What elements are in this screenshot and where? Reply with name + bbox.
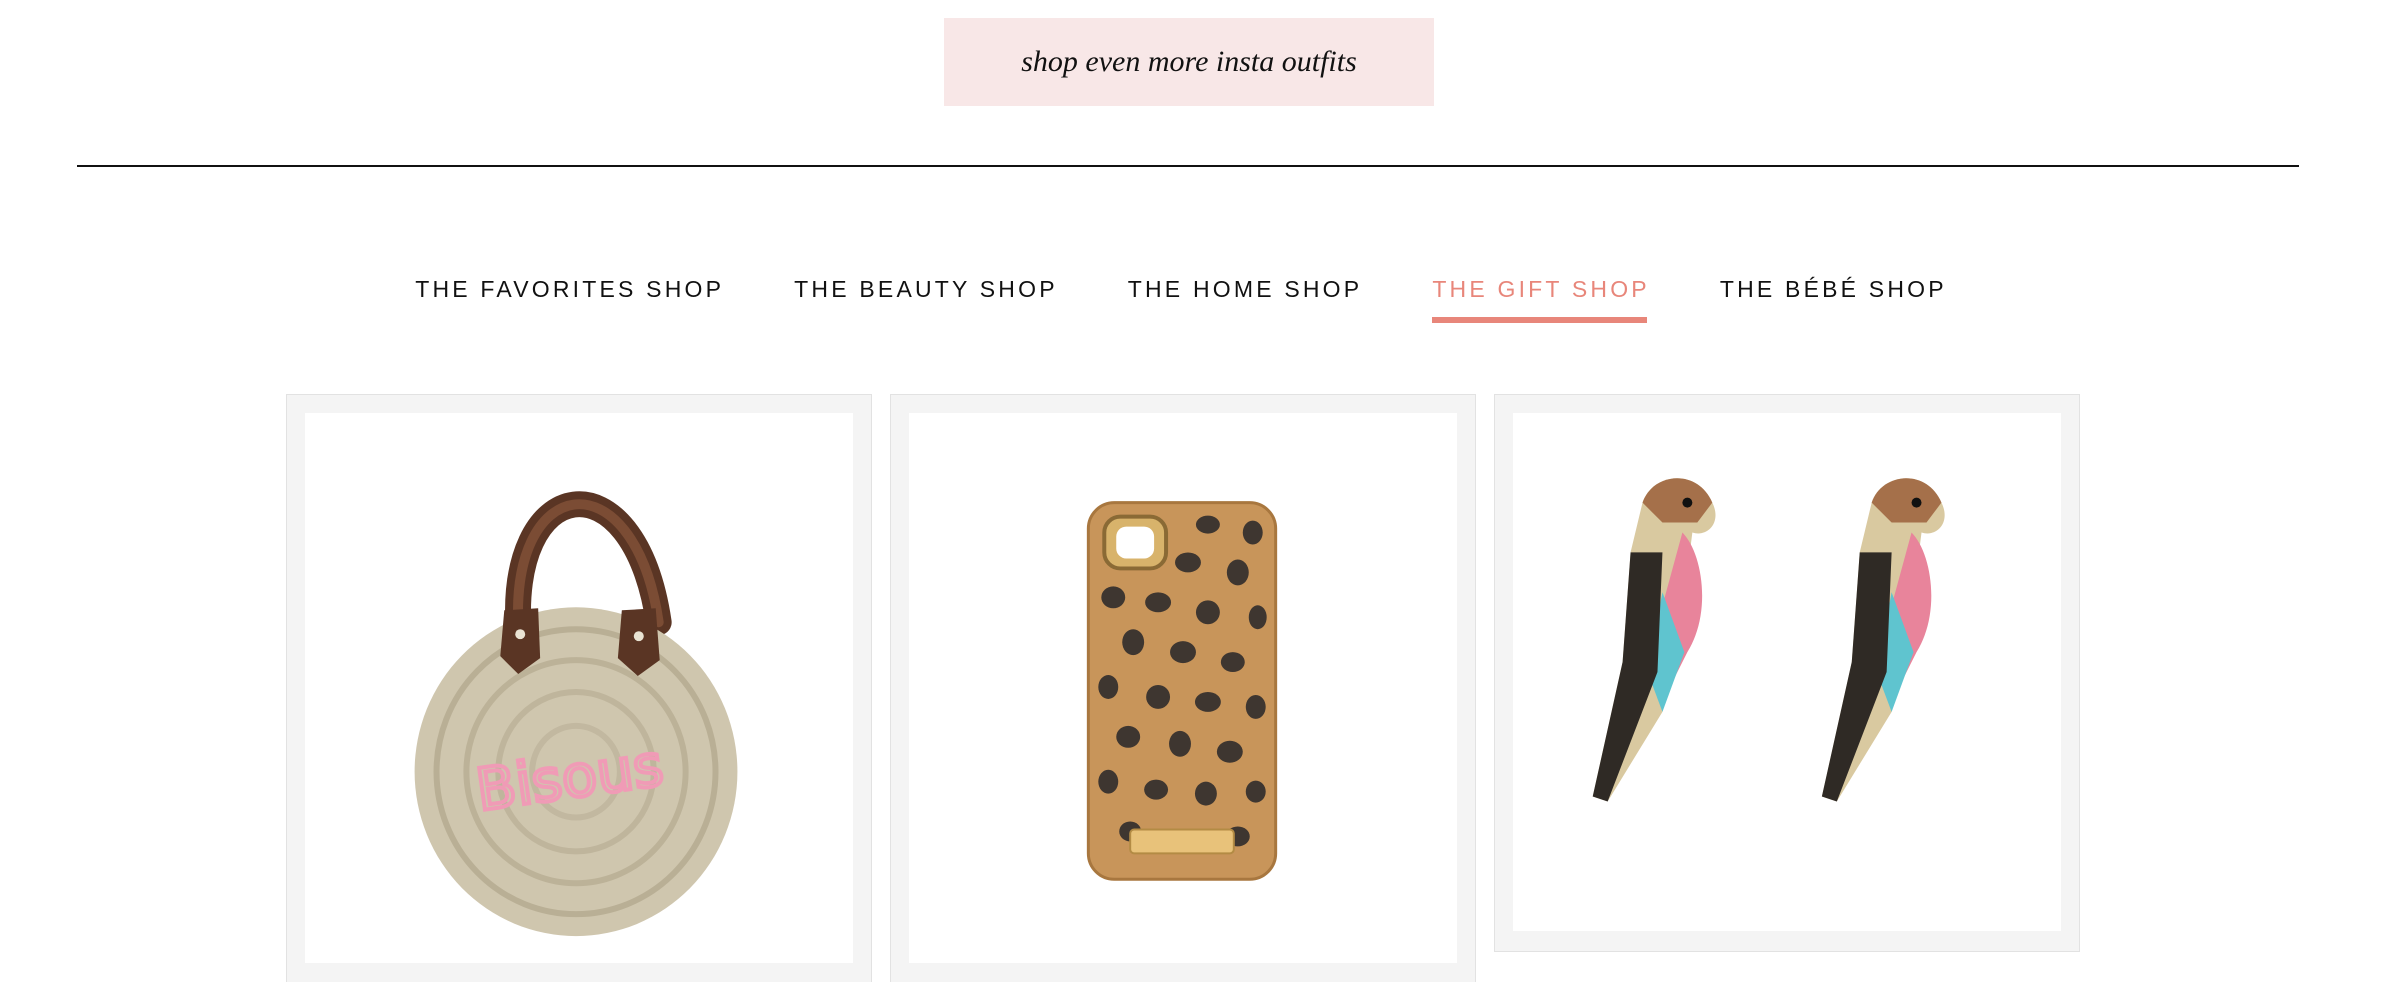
shop-insta-outfits-button[interactable]: shop even more insta outfits	[944, 18, 1434, 106]
basket-bag-image: Bisous	[414, 491, 738, 937]
tab-gift-shop[interactable]: THE GIFT SHOP	[1432, 276, 1650, 323]
cta-container: shop even more insta outfits	[0, 18, 2390, 106]
product-image	[909, 413, 1457, 963]
parrot-earrings-image	[1592, 478, 1945, 802]
product-image: Bisous	[305, 413, 853, 963]
product-card-basket-bag[interactable]: Bisous	[286, 394, 872, 982]
phone-case-image	[1086, 501, 1278, 881]
tab-label: THE FAVORITES SHOP	[415, 276, 725, 302]
tab-label: THE GIFT SHOP	[1432, 276, 1650, 302]
tab-home-shop[interactable]: THE HOME SHOP	[1128, 276, 1363, 323]
earring-right	[1821, 478, 1945, 802]
active-tab-underline	[1432, 317, 1647, 323]
tab-bebe-shop[interactable]: THE BÉBÉ SHOP	[1720, 276, 1947, 323]
tab-beauty-shop[interactable]: THE BEAUTY SHOP	[794, 276, 1058, 323]
page: shop even more insta outfits THE FAVORIT…	[0, 0, 2390, 982]
tab-label: THE BÉBÉ SHOP	[1719, 276, 1947, 302]
tab-favorites-shop[interactable]: THE FAVORITES SHOP	[415, 276, 724, 323]
product-card-phone-case[interactable]	[890, 394, 1476, 982]
product-grid: Bisous	[286, 394, 2080, 982]
shop-nav: THE FAVORITES SHOP THE BEAUTY SHOP THE H…	[0, 276, 2390, 323]
product-image	[1513, 413, 2061, 931]
earring-left	[1592, 478, 1716, 802]
section-divider	[77, 165, 2299, 167]
product-card-parrot-earrings[interactable]	[1494, 394, 2080, 952]
tab-label: THE BEAUTY SHOP	[794, 276, 1058, 302]
tab-label: THE HOME SHOP	[1127, 276, 1363, 302]
